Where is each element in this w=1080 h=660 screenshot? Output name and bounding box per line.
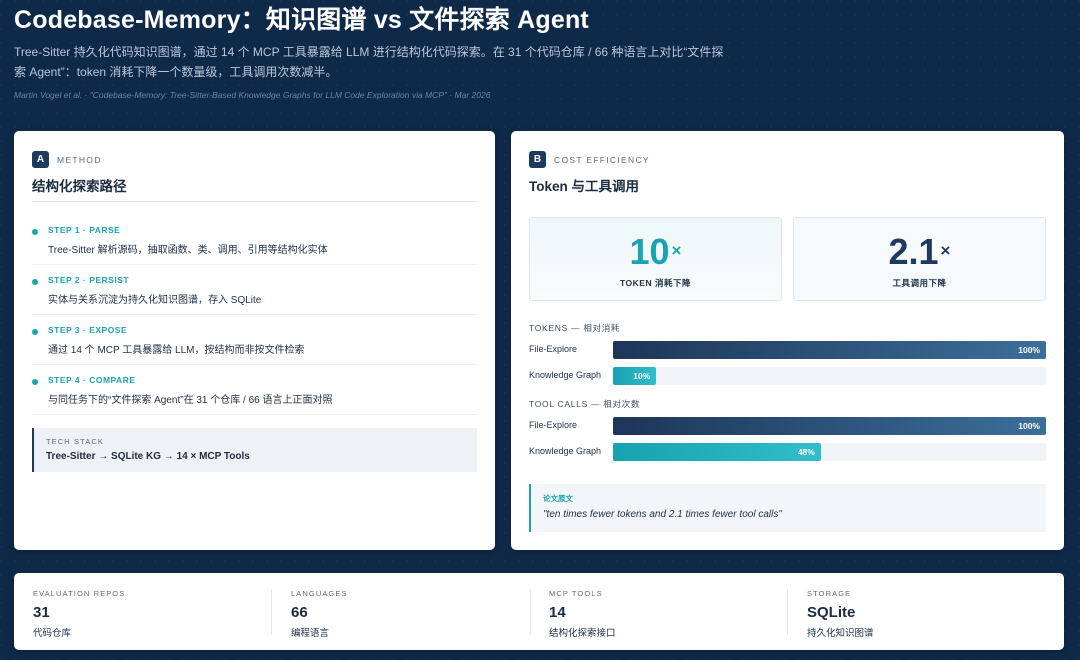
divider (787, 589, 788, 635)
metric-number: 2.1 (888, 231, 939, 272)
bar-track: 48% (613, 443, 1046, 461)
tech-stack-label: TECH STACK (46, 437, 104, 446)
stat-label: EVALUATION REPOS (33, 589, 126, 598)
step-dot-icon (32, 279, 38, 285)
bar: 10% (613, 367, 657, 385)
bar-row: Knowledge Graph 10% (529, 367, 1046, 385)
panel-badge-a: A (32, 151, 49, 168)
cost-kicker: COST EFFICIENCY (554, 154, 650, 165)
stat-value: 31 (33, 604, 50, 621)
divider (271, 589, 272, 635)
stat-value: 14 (549, 604, 566, 621)
method-panel-header: A METHOD (32, 151, 102, 168)
stat-label: LANGUAGES (291, 589, 348, 598)
bar-track: 10% (613, 367, 1046, 385)
metric-label: 工具调用下降 (892, 278, 947, 288)
step-label: STEP 1 · PARSE (48, 225, 121, 235)
step-item: STEP 2 · PERSIST 实体与关系沉淀为持久化知识图谱，存入 SQLi… (32, 265, 477, 315)
stat-description: 持久化知识图谱 (807, 628, 874, 639)
tool-calls-chart-label: TOOL CALLS — 相对次数 (529, 399, 641, 409)
paper-citation: Martin Vogel et al. · "Codebase-Memory: … (14, 90, 491, 100)
metric-value: 10 × (530, 232, 781, 272)
quote-label: 论文原文 (543, 494, 573, 503)
bar-row: File-Explore 100% (529, 341, 1046, 359)
bar-category-label: File-Explore (529, 420, 578, 430)
bar-category-label: Knowledge Graph (529, 446, 602, 456)
token-reduction-card: 10 × TOKEN 消耗下降 (529, 217, 782, 301)
divider (32, 201, 477, 202)
cost-panel-header: B COST EFFICIENCY (529, 151, 650, 168)
step-description: 通过 14 个 MCP 工具暴露给 LLM，按结构而非按文件检索 (48, 345, 305, 356)
step-dot-icon (32, 229, 38, 235)
bar-track: 100% (613, 417, 1046, 435)
metric-number: 10 (629, 231, 670, 272)
step-description: 实体与关系沉淀为持久化知识图谱，存入 SQLite (48, 295, 262, 306)
bar-row: File-Explore 100% (529, 417, 1046, 435)
bar-category-label: File-Explore (529, 344, 578, 354)
bar: 100% (613, 341, 1046, 359)
page-title: Codebase-Memory：知识图谱 vs 文件探索 Agent (14, 6, 589, 34)
paper-quote-box: 论文原文 "ten times fewer tokens and 2.1 tim… (529, 484, 1046, 532)
stat-value: SQLite (807, 604, 856, 621)
step-label: STEP 4 · COMPARE (48, 375, 136, 385)
bar-value-label: 100% (1018, 345, 1040, 355)
bar-value-label: 48% (797, 447, 815, 457)
stat-item: STORAGE SQLite 持久化知识图谱 (807, 573, 1065, 650)
stat-description: 结构化探索接口 (549, 628, 616, 639)
stat-label: MCP TOOLS (549, 589, 603, 598)
step-dot-icon (32, 329, 38, 335)
bar: 100% (613, 417, 1046, 435)
method-kicker: METHOD (57, 154, 102, 165)
metric-value: 2.1 × (794, 232, 1045, 272)
bar-value-label: 100% (1018, 421, 1040, 431)
cost-title: Token 与工具调用 (529, 179, 640, 194)
stats-strip: EVALUATION REPOS 31 代码仓库 LANGUAGES 66 编程… (14, 573, 1064, 650)
cost-efficiency-panel: B COST EFFICIENCY Token 与工具调用 10 × TOKEN … (511, 131, 1064, 550)
bar-value-label: 10% (633, 371, 651, 381)
bar-row: Knowledge Graph 48% (529, 443, 1046, 461)
times-symbol: × (671, 241, 682, 260)
step-description: 与同任务下的“文件探索 Agent”在 31 个仓库 / 66 语言上正面对照 (48, 395, 333, 406)
step-label: STEP 2 · PERSIST (48, 275, 130, 285)
quote-text: "ten times fewer tokens and 2.1 times fe… (543, 509, 782, 520)
tech-stack-value: Tree-Sitter → SQLite KG → 14 × MCP Tools (46, 451, 250, 462)
bar-category-label: Knowledge Graph (529, 370, 602, 380)
step-item: STEP 3 · EXPOSE 通过 14 个 MCP 工具暴露给 LLM，按结… (32, 315, 477, 365)
tool-call-reduction-card: 2.1 × 工具调用下降 (793, 217, 1046, 301)
stat-description: 编程语言 (291, 628, 330, 639)
method-title: 结构化探索路径 (32, 179, 127, 194)
stat-label: STORAGE (807, 589, 852, 598)
method-panel: A METHOD 结构化探索路径 STEP 1 · PARSE Tree-Sit… (14, 131, 495, 550)
stat-description: 代码仓库 (33, 628, 72, 639)
times-symbol: × (940, 241, 951, 260)
stat-item: MCP TOOLS 14 结构化探索接口 (549, 573, 807, 650)
metric-label: TOKEN 消耗下降 (620, 278, 691, 288)
stat-item: EVALUATION REPOS 31 代码仓库 (33, 573, 291, 650)
bar: 48% (613, 443, 821, 461)
stat-item: LANGUAGES 66 编程语言 (291, 573, 549, 650)
tokens-chart-label: TOKENS — 相对消耗 (529, 323, 621, 333)
step-label: STEP 3 · EXPOSE (48, 325, 128, 335)
step-item: STEP 1 · PARSE Tree-Sitter 解析源码，抽取函数、类、调… (32, 215, 477, 265)
step-description: Tree-Sitter 解析源码，抽取函数、类、调用、引用等结构化实体 (48, 245, 328, 256)
tech-stack-box: TECH STACK Tree-Sitter → SQLite KG → 14 … (32, 428, 477, 472)
bar-track: 100% (613, 341, 1046, 359)
step-item: STEP 4 · COMPARE 与同任务下的“文件探索 Agent”在 31 … (32, 365, 477, 415)
page-header: Codebase-Memory：知识图谱 vs 文件探索 Agent Tree-… (14, 4, 1064, 100)
divider (530, 589, 531, 635)
step-list: STEP 1 · PARSE Tree-Sitter 解析源码，抽取函数、类、调… (32, 215, 477, 415)
stat-value: 66 (291, 604, 308, 621)
page-subtitle: Tree-Sitter 持久化代码知识图谱，通过 14 个 MCP 工具暴露给 … (14, 45, 724, 79)
panel-badge-b: B (529, 151, 546, 168)
step-dot-icon (32, 379, 38, 385)
